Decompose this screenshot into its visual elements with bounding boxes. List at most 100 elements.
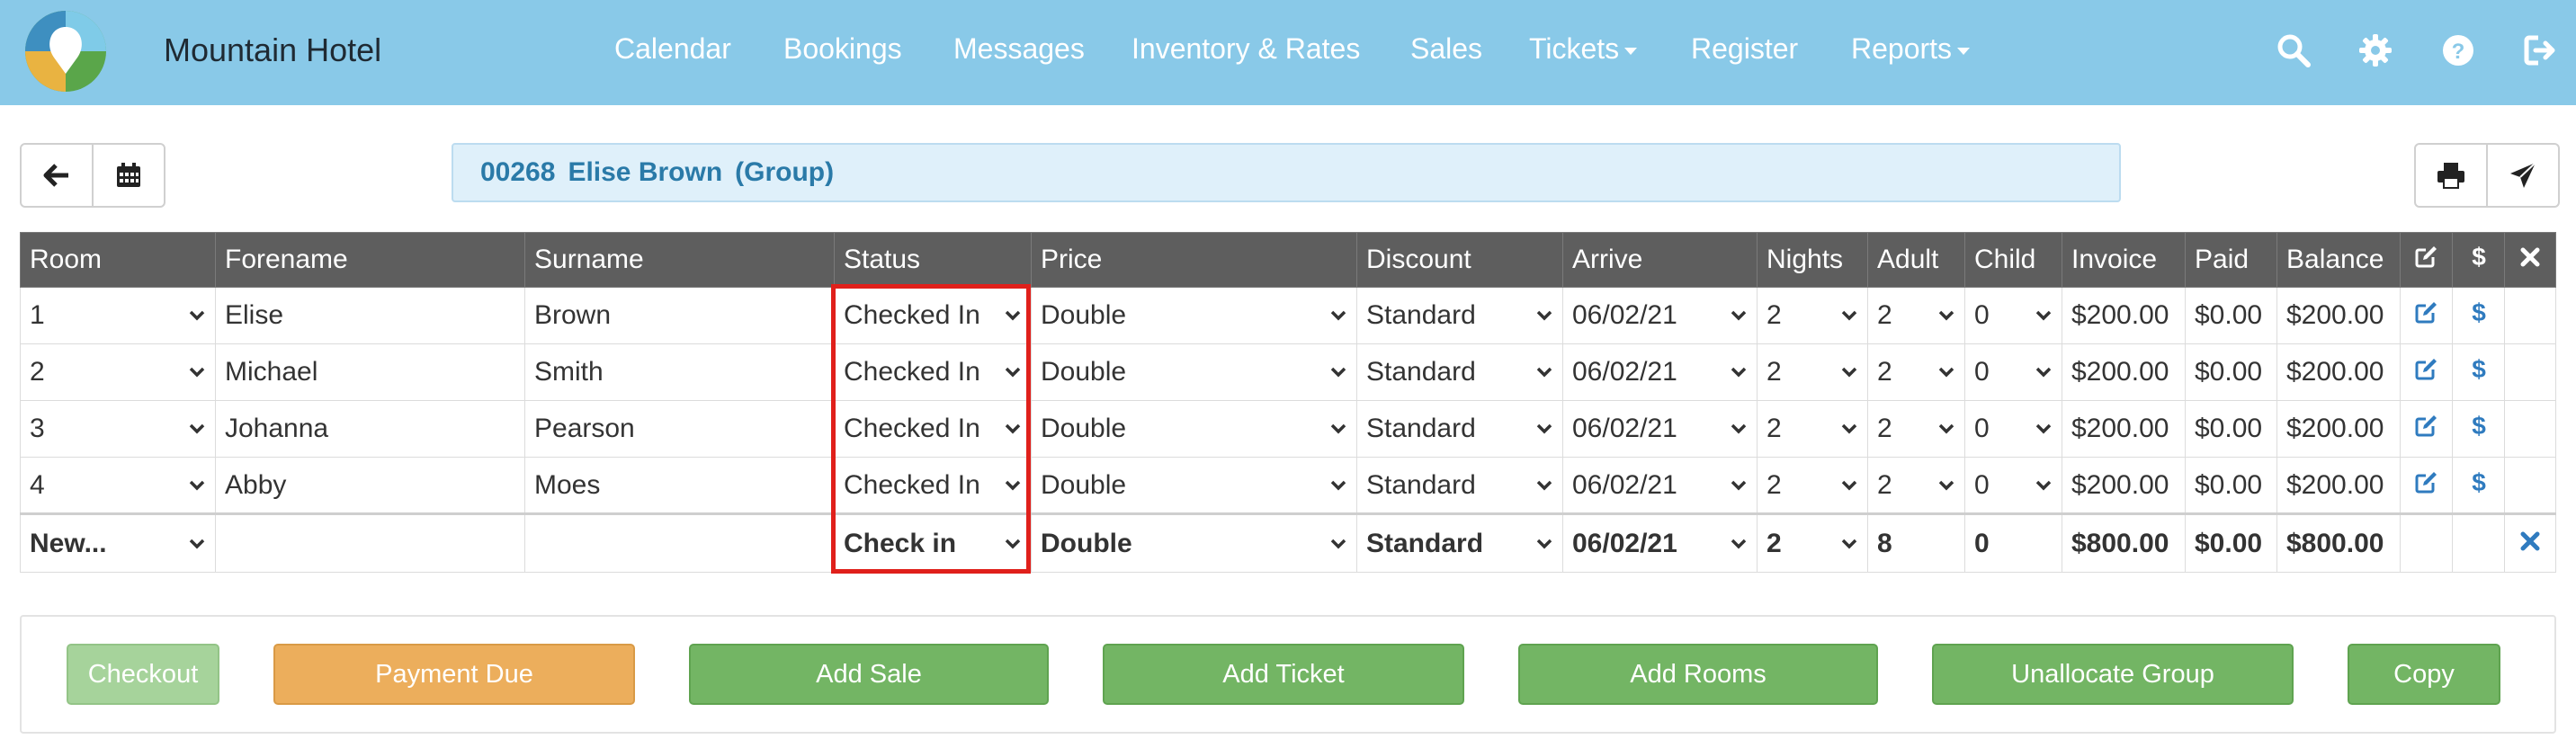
- print-button[interactable]: [2416, 145, 2486, 206]
- room-select[interactable]: 3: [20, 400, 216, 458]
- adult-select[interactable]: 2: [1867, 343, 1965, 401]
- new-room-select[interactable]: New...: [20, 512, 216, 573]
- surname-field[interactable]: Smith: [524, 343, 835, 401]
- adult-select[interactable]: 2: [1867, 287, 1965, 344]
- forename-field[interactable]: Abby: [215, 457, 525, 514]
- surname-field[interactable]: Pearson: [524, 400, 835, 458]
- edit-room-button[interactable]: [2400, 343, 2453, 401]
- payment-room-button[interactable]: $: [2452, 400, 2505, 458]
- price-select[interactable]: Double: [1031, 400, 1357, 458]
- col-price[interactable]: Price: [1031, 232, 1357, 288]
- new-nights-select[interactable]: 2: [1757, 512, 1868, 573]
- checkout-button[interactable]: Checkout: [67, 644, 219, 705]
- room-select[interactable]: 2: [20, 343, 216, 401]
- discount-select[interactable]: Standard: [1356, 400, 1563, 458]
- room-select[interactable]: 1: [20, 287, 216, 344]
- nights-select[interactable]: 2: [1757, 400, 1868, 458]
- col-room[interactable]: Room: [20, 232, 216, 288]
- nav-bookings[interactable]: Bookings: [783, 32, 902, 66]
- col-forename[interactable]: Forename: [215, 232, 525, 288]
- arrive-select[interactable]: 06/02/21: [1562, 343, 1758, 401]
- forename-field[interactable]: Elise: [215, 287, 525, 344]
- add-sale-button[interactable]: Add Sale: [689, 644, 1049, 705]
- payment-room-button[interactable]: $: [2452, 287, 2505, 344]
- child-select[interactable]: 0: [1964, 400, 2062, 458]
- col-status[interactable]: Status: [834, 232, 1032, 288]
- new-price-select[interactable]: Double: [1031, 512, 1357, 573]
- child-select[interactable]: 0: [1964, 287, 2062, 344]
- arrive-select[interactable]: 06/02/21: [1562, 287, 1758, 344]
- status-select[interactable]: Checked In: [834, 457, 1032, 514]
- calendar-button[interactable]: [92, 145, 164, 206]
- total-invoice-link[interactable]: $800.00: [2062, 512, 2186, 573]
- search-icon[interactable]: [2276, 32, 2312, 68]
- col-nights[interactable]: Nights: [1757, 232, 1868, 288]
- add-rooms-button[interactable]: Add Rooms: [1518, 644, 1878, 705]
- col-child[interactable]: Child: [1964, 232, 2062, 288]
- invoice-link[interactable]: $200.00: [2062, 457, 2186, 514]
- nights-select[interactable]: 2: [1757, 457, 1868, 514]
- unallocate-group-button[interactable]: Unallocate Group: [1932, 644, 2294, 705]
- logout-icon[interactable]: [2522, 32, 2558, 68]
- nav-calendar[interactable]: Calendar: [614, 32, 731, 66]
- forename-field[interactable]: Johanna: [215, 400, 525, 458]
- edit-room-button[interactable]: [2400, 400, 2453, 458]
- new-status-select[interactable]: Check in: [834, 512, 1032, 573]
- arrive-select[interactable]: 06/02/21: [1562, 457, 1758, 514]
- brand-name[interactable]: Mountain Hotel: [164, 31, 381, 69]
- surname-field[interactable]: Brown: [524, 287, 835, 344]
- nights-select[interactable]: 2: [1757, 343, 1868, 401]
- status-select[interactable]: Checked In: [834, 343, 1032, 401]
- nights-select[interactable]: 2: [1757, 287, 1868, 344]
- payment-room-button[interactable]: $: [2452, 343, 2505, 401]
- arrive-select[interactable]: 06/02/21: [1562, 400, 1758, 458]
- col-arrive[interactable]: Arrive: [1562, 232, 1758, 288]
- gear-icon[interactable]: [2357, 32, 2393, 68]
- total-paid-link[interactable]: $0.00: [2185, 512, 2277, 573]
- col-remove[interactable]: [2504, 232, 2556, 288]
- add-ticket-button[interactable]: Add Ticket: [1103, 644, 1464, 705]
- col-surname[interactable]: Surname: [524, 232, 835, 288]
- status-select[interactable]: Checked In: [834, 400, 1032, 458]
- payment-room-button[interactable]: $: [2452, 457, 2505, 514]
- adult-select[interactable]: 2: [1867, 400, 1965, 458]
- col-discount[interactable]: Discount: [1356, 232, 1563, 288]
- paid-link[interactable]: $0.00: [2185, 343, 2277, 401]
- surname-field[interactable]: Moes: [524, 457, 835, 514]
- price-select[interactable]: Double: [1031, 287, 1357, 344]
- nav-inventory-rates[interactable]: Inventory & Rates: [1131, 32, 1360, 66]
- price-select[interactable]: Double: [1031, 457, 1357, 514]
- invoice-link[interactable]: $200.00: [2062, 343, 2186, 401]
- discount-select[interactable]: Standard: [1356, 287, 1563, 344]
- col-balance[interactable]: Balance: [2276, 232, 2401, 288]
- edit-room-button[interactable]: [2400, 457, 2453, 514]
- nav-sales[interactable]: Sales: [1410, 32, 1482, 66]
- child-select[interactable]: 0: [1964, 457, 2062, 514]
- nav-messages[interactable]: Messages: [953, 32, 1085, 66]
- nav-tickets[interactable]: Tickets: [1529, 32, 1638, 66]
- col-invoice[interactable]: Invoice: [2062, 232, 2186, 288]
- invoice-link[interactable]: $200.00: [2062, 400, 2186, 458]
- col-payment[interactable]: $: [2452, 232, 2505, 288]
- copy-button[interactable]: Copy: [2348, 644, 2500, 705]
- help-icon[interactable]: ?: [2440, 32, 2476, 68]
- payment-due-button[interactable]: Payment Due: [273, 644, 635, 705]
- adult-select[interactable]: 2: [1867, 457, 1965, 514]
- send-button[interactable]: [2486, 145, 2558, 206]
- price-select[interactable]: Double: [1031, 343, 1357, 401]
- edit-room-button[interactable]: [2400, 287, 2453, 344]
- new-arrive-select[interactable]: 06/02/21: [1562, 512, 1758, 573]
- room-select[interactable]: 4: [20, 457, 216, 514]
- invoice-link[interactable]: $200.00: [2062, 287, 2186, 344]
- discount-select[interactable]: Standard: [1356, 457, 1563, 514]
- discount-select[interactable]: Standard: [1356, 343, 1563, 401]
- new-discount-select[interactable]: Standard: [1356, 512, 1563, 573]
- remove-group-button[interactable]: [2504, 512, 2556, 573]
- col-edit[interactable]: [2400, 232, 2453, 288]
- paid-link[interactable]: $0.00: [2185, 400, 2277, 458]
- back-button[interactable]: [22, 145, 92, 206]
- paid-link[interactable]: $0.00: [2185, 457, 2277, 514]
- status-select[interactable]: Checked In: [834, 287, 1032, 344]
- nav-reports[interactable]: Reports: [1851, 32, 1971, 66]
- nav-register[interactable]: Register: [1691, 32, 1798, 66]
